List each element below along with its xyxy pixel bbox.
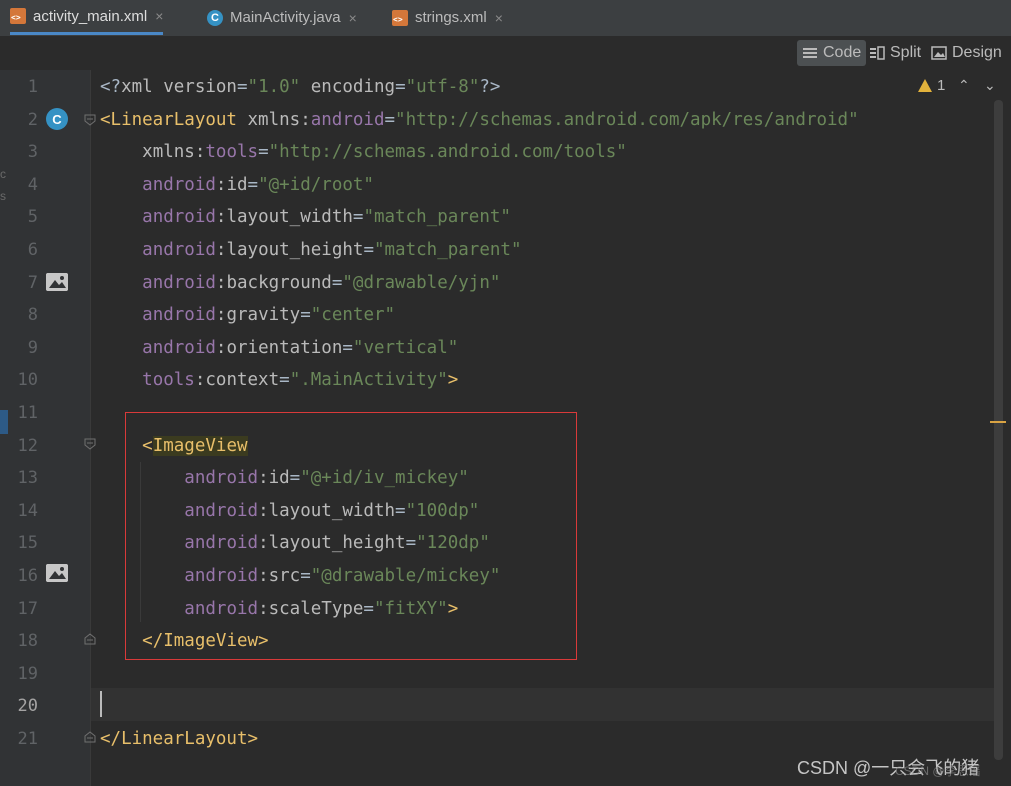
code-editor[interactable]: c s 1 2 3 4 5 6 7 8 9 10 11 12 13 14 15 … [0,70,1011,786]
line-number: 11 [17,403,38,423]
close-icon[interactable]: × [349,10,357,26]
line-number: 10 [17,370,38,391]
xml-file-icon [10,8,26,24]
code-view-label: Code [823,44,862,61]
editor-tab-bar: activity_main.xml × C MainActivity.java … [0,0,1011,37]
tab-label: strings.xml [415,9,487,26]
code-line-10: tools:context=".MainActivity"> [142,370,459,391]
class-reference-icon[interactable]: C [46,108,68,130]
design-view-button[interactable]: Design [926,40,1007,66]
line-number: 5 [27,207,38,228]
code-line-2: <LinearLayout xmlns:android="http://sche… [100,109,859,130]
line-number: 9 [27,337,38,358]
code-line-1: <?xml version="1.0" encoding="utf-8"?> [100,77,501,97]
line-number: 15 [17,533,38,554]
code-line-21: </LinearLayout> [100,729,259,749]
image-preview-icon[interactable] [46,273,68,291]
split-view-button[interactable]: Split [864,40,926,66]
line-number: 18 [17,631,38,652]
watermark-overlay: CSDN @李思瑶 [895,764,981,778]
line-number: 13 [17,468,38,489]
image-icon [931,46,947,60]
code-view-button[interactable]: Code [797,40,867,66]
code-line-5: android:layout_width="match_parent" [142,207,511,228]
tab-mainactivity-java[interactable]: C MainActivity.java × [207,0,357,35]
line-number: 16 [17,566,38,586]
warning-stripe-marker[interactable] [990,421,1006,423]
design-view-label: Design [952,44,1002,61]
view-mode-toolbar: Code Split Design [0,36,1011,70]
line-number: 2 [27,109,38,130]
tab-label: MainActivity.java [230,9,341,26]
line-number: 14 [17,500,38,521]
fold-collapse-icon[interactable] [84,114,96,126]
xml-file-icon [392,9,408,26]
code-line-8: android:gravity="center" [142,305,396,326]
close-icon[interactable]: × [155,8,163,24]
line-number: 8 [27,305,38,326]
line-number: 21 [17,729,38,749]
line-number-current: 20 [17,696,38,717]
code-line-6: android:layout_height="match_parent" [142,240,522,260]
previous-highlight-icon[interactable]: ⌃ [958,77,970,94]
line-number: 7 [27,272,38,293]
code-lines-icon [803,48,817,58]
line-number: 4 [27,174,38,195]
code-line-3: xmlns:tools="http://schemas.android.com/… [142,142,627,163]
text-caret [100,691,102,717]
line-number: 12 [17,435,38,456]
line-number: 6 [27,240,38,260]
tab-label: activity_main.xml [33,7,148,25]
vertical-scrollbar[interactable] [994,100,1003,760]
java-class-icon: C [207,9,223,26]
fold-end-icon[interactable] [84,633,96,645]
split-view-icon [870,46,885,60]
warning-count: 1 [937,77,946,94]
tab-activity-main-xml[interactable]: activity_main.xml × [10,0,164,35]
code-line-4: android:id="@+id/root" [142,174,374,195]
code-line-7: android:background="@drawable/yjn" [142,272,501,293]
highlight-annotation-box [125,412,577,660]
inspection-widget[interactable]: 1 [918,77,945,94]
split-view-label: Split [890,44,922,61]
fold-end-icon[interactable] [84,731,96,743]
fold-collapse-icon[interactable] [84,438,96,450]
warning-icon [918,79,932,92]
line-number: 1 [27,77,38,97]
line-number: 3 [27,142,38,163]
line-number: 17 [17,598,38,619]
code-line-9: android:orientation="vertical" [142,337,459,358]
image-preview-icon[interactable] [46,564,68,582]
close-icon[interactable]: × [495,10,503,26]
tab-strings-xml[interactable]: strings.xml × [392,0,503,35]
line-number: 19 [17,663,38,684]
